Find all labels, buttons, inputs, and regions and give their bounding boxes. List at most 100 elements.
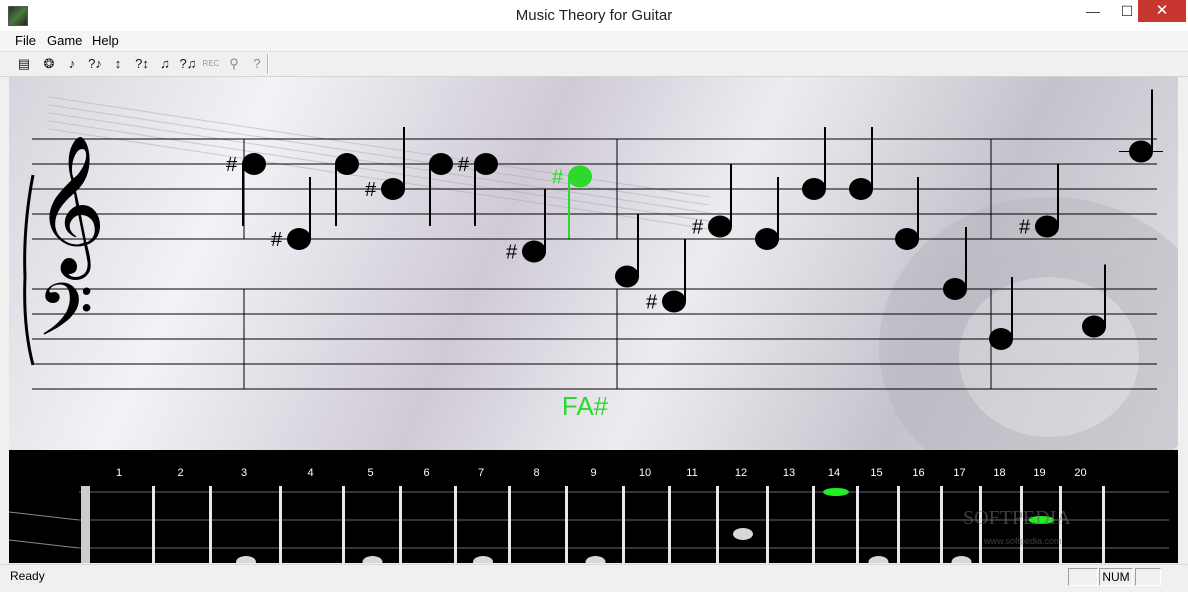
note-icon[interactable]: ♪ <box>62 54 82 74</box>
fret-number: 16 <box>912 467 924 479</box>
sharp-sign: # <box>506 242 518 264</box>
fret-inlay <box>733 528 753 540</box>
note-head <box>662 290 686 313</box>
note-head <box>522 240 546 263</box>
note <box>615 214 639 288</box>
watermark-url: www.softpedia.com <box>983 536 1062 546</box>
fretboard-diagram: 1 2 3 4 5 6 7 8 9 10 11 12 13 14 15 16 17 18 19 20SOFTPEDIA… <box>9 467 1169 563</box>
note: # <box>692 164 732 239</box>
question-note-icon[interactable]: ?♪ <box>85 54 105 74</box>
fret-position-marker[interactable] <box>823 488 849 496</box>
guitar-icon[interactable]: ⚲ <box>224 54 244 74</box>
status-panel-caps <box>1068 568 1098 586</box>
note: # <box>646 239 686 314</box>
music-staff: 𝄞𝄢 # # # # # # # # # FA# <box>23 89 1178 450</box>
fret-number: 5 <box>367 467 373 479</box>
fret-wire <box>856 486 859 563</box>
fret-number: 6 <box>423 467 429 479</box>
menu-file[interactable]: File <box>15 33 36 48</box>
status-panel-num: NUM <box>1099 568 1133 586</box>
help-icon[interactable]: ? <box>247 54 267 74</box>
menu-game[interactable]: Game <box>47 33 82 48</box>
status-bar: Ready NUM <box>0 564 1188 592</box>
current-note-label: FA# <box>562 391 609 421</box>
note-head <box>429 153 453 175</box>
background-staff-line <box>48 96 710 198</box>
fret-wire <box>508 486 511 563</box>
fret-number: 3 <box>241 467 247 479</box>
note-head <box>335 153 359 175</box>
window-title: Music Theory for Guitar <box>515 7 673 24</box>
note-head <box>895 228 919 250</box>
minimize-button[interactable]: — <box>1076 0 1110 22</box>
fret-wire <box>279 486 282 563</box>
note-head <box>943 278 967 300</box>
sharp-sign: # <box>692 217 704 239</box>
fret-wire <box>766 486 769 563</box>
note-head <box>849 178 873 200</box>
fret-wire <box>209 486 212 563</box>
fret-wire <box>897 486 900 563</box>
grand-staff-brace <box>23 174 35 366</box>
sharp-sign: # <box>458 154 470 176</box>
fret-wire <box>716 486 719 563</box>
note: # <box>506 189 546 264</box>
fret-number: 10 <box>639 467 651 479</box>
background-staff-line <box>48 104 710 206</box>
fret-inlay <box>236 556 256 563</box>
guitar-string <box>9 539 80 549</box>
ear-icon[interactable]: ❂ <box>39 54 59 74</box>
menu-help[interactable]: Help <box>92 33 119 48</box>
toolbar-separator <box>267 54 269 74</box>
sheet-icon[interactable]: ▤ <box>14 54 34 74</box>
fret-number: 15 <box>870 467 882 479</box>
note-head <box>381 178 405 200</box>
fret-inlay <box>868 556 889 563</box>
note-head <box>708 215 732 238</box>
sharp-sign: # <box>552 167 564 189</box>
title-bar: Music Theory for Guitar — ☐ ✕ <box>0 0 1188 31</box>
treble-clef-icon: 𝄞 <box>35 135 106 280</box>
fret-wire <box>152 486 155 563</box>
fret-number: 14 <box>828 467 840 479</box>
fretboard: 1 2 3 4 5 6 7 8 9 10 11 12 13 14 15 16 17 18 19 20 SOFTPEDIA… <box>9 450 1178 563</box>
fret-number: 13 <box>783 467 795 479</box>
note-head <box>242 153 266 175</box>
sharp-sign: # <box>646 292 658 314</box>
fret-number: 9 <box>590 467 596 479</box>
note-head <box>474 153 498 175</box>
fret-number: 11 <box>686 467 697 479</box>
sharp-sign: # <box>271 229 283 251</box>
fret-number: 20 <box>1074 467 1086 479</box>
fret-number: 19 <box>1033 467 1045 479</box>
background-staff-line <box>48 112 710 214</box>
fret-wire <box>399 486 402 563</box>
note <box>1119 89 1163 163</box>
up-down-icon[interactable]: ↕ <box>108 54 128 74</box>
question-up-down-icon[interactable]: ?↕ <box>132 54 152 74</box>
toolbar: ▤ ❂ ♪ ?♪ ↕ ?↕ ♫ ?♫ REC ⚲? <box>0 52 1188 77</box>
fret-number: 17 <box>953 467 965 479</box>
record-icon[interactable]: REC <box>201 54 221 74</box>
fret-wire <box>622 486 625 563</box>
fret-wire <box>940 486 943 563</box>
fret-wire <box>342 486 345 563</box>
fret-wire <box>812 486 815 563</box>
note-head <box>615 265 639 288</box>
fret-number: 12 <box>735 467 747 479</box>
fret-wire <box>565 486 568 563</box>
fret-wire <box>454 486 457 563</box>
guitar-string <box>9 511 80 521</box>
close-button[interactable]: ✕ <box>1138 0 1186 22</box>
fret-number: 18 <box>993 467 1005 479</box>
fret-number: 8 <box>533 467 539 479</box>
background-decoration <box>48 96 1178 450</box>
fret-inlay <box>362 556 383 563</box>
note-head <box>1035 215 1059 238</box>
fret-inlay <box>951 556 972 563</box>
background-staff-line <box>48 120 710 222</box>
question-interval-icon[interactable]: ?♫ <box>178 54 198 74</box>
fret-wire <box>1102 486 1105 563</box>
interval-icon[interactable]: ♫ <box>155 54 175 74</box>
fret-number: 1 <box>116 467 122 479</box>
